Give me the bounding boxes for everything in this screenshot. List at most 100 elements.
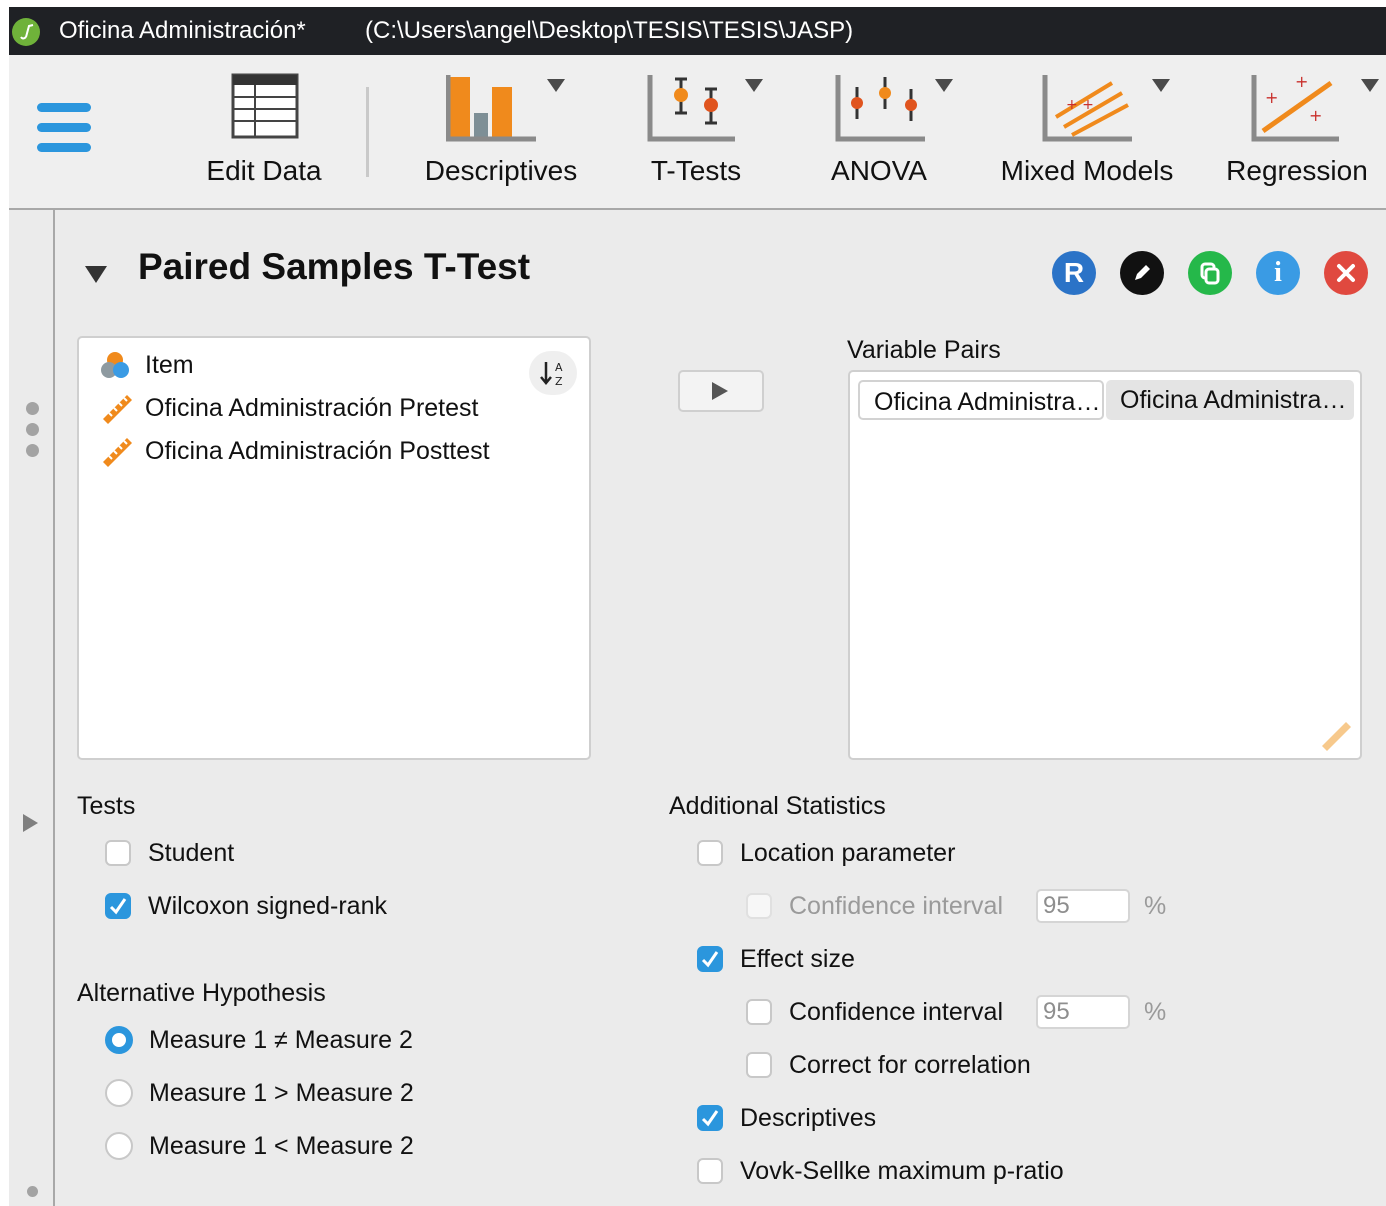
menu-hamburger-icon[interactable] (37, 103, 95, 159)
window-title: Oficina Administración* (59, 17, 306, 44)
regression-icon: + + + (1251, 73, 1339, 142)
available-variables-list[interactable]: Item Oficina Administración Pretest Ofic… (77, 336, 591, 760)
edit-data-button[interactable]: Edit Data (189, 55, 339, 205)
hypothesis-label: Measure 1 > Measure 2 (149, 1078, 414, 1107)
sort-az-icon[interactable]: A Z (529, 351, 577, 395)
vovk-sellke-option[interactable]: Vovk-Sellke maximum p-ratio (697, 1154, 1064, 1188)
svg-text:+: + (1309, 106, 1322, 125)
location-ci-checkbox (746, 893, 772, 919)
ribbon-separator (366, 87, 369, 177)
rail-dot (27, 1186, 38, 1197)
mixed-models-button[interactable]: + + Mixed Models (994, 55, 1180, 205)
additional-statistics-label: Additional Statistics (669, 792, 886, 820)
pair-first-variable[interactable]: Oficina Administración Pretest (858, 380, 1104, 420)
duplicate-icon[interactable] (1188, 251, 1232, 295)
hypothesis-radio[interactable] (105, 1026, 133, 1054)
percent-label: % (1144, 892, 1167, 920)
ttest-icon (647, 75, 735, 142)
mixed-models-icon: + + (1042, 75, 1132, 142)
edit-pencil-icon[interactable] (1120, 251, 1164, 295)
t-tests-label: T-Tests (650, 155, 742, 186)
r-syntax-icon[interactable]: R (1052, 251, 1096, 295)
descriptives-label: Descriptives (740, 1103, 877, 1132)
wilcoxon-option[interactable]: Wilcoxon signed-rank (105, 889, 387, 923)
dropdown-arrow-icon (1152, 79, 1170, 92)
table-icon (231, 73, 299, 139)
effect-size-label: Effect size (740, 944, 855, 973)
dropdown-arrow-icon (745, 79, 763, 92)
effect-size-ci-option[interactable]: Confidence interval (746, 995, 1003, 1029)
location-parameter-checkbox[interactable] (697, 840, 723, 866)
ribbon-toolbar: Edit Data Descriptives T-Tests ANOVA + +… (9, 55, 1386, 210)
descriptives-button[interactable]: Descriptives (401, 55, 601, 205)
move-to-pairs-button[interactable] (678, 370, 764, 412)
arrow-right-icon (712, 382, 728, 400)
regression-button[interactable]: + + + Regression (1217, 55, 1379, 205)
rail-handle-dot[interactable] (26, 444, 39, 457)
hypothesis-label: Measure 1 ≠ Measure 2 (149, 1025, 413, 1054)
location-ci-option: Confidence interval (746, 889, 1003, 923)
checkmark-icon (109, 898, 127, 915)
effect-size-ci-checkbox[interactable] (746, 999, 772, 1025)
variable-pairs-list[interactable]: Oficina Administración Pretest Oficina A… (848, 370, 1362, 760)
hypothesis-radio[interactable] (105, 1132, 133, 1160)
correct-for-correlation-checkbox[interactable] (746, 1052, 772, 1078)
wilcoxon-label: Wilcoxon signed-rank (148, 891, 387, 920)
svg-text:+: + (1265, 88, 1278, 107)
variable-name: Oficina Administración Posttest (145, 436, 490, 465)
t-tests-button[interactable]: T-Tests (621, 55, 771, 205)
effect-size-checkbox[interactable] (697, 946, 723, 972)
checkmark-icon (701, 951, 719, 968)
effect-size-option[interactable]: Effect size (697, 942, 855, 976)
correct-for-correlation-option[interactable]: Correct for correlation (746, 1048, 1031, 1082)
list-item[interactable]: Oficina Administración Posttest (99, 434, 490, 468)
percent-label: % (1144, 998, 1167, 1026)
effect-size-ci-label: Confidence interval (789, 997, 1004, 1026)
descriptives-label: Descriptives (424, 155, 578, 186)
location-parameter-label: Location parameter (740, 838, 956, 867)
nominal-variable-icon (101, 352, 129, 378)
student-option[interactable]: Student (105, 836, 234, 870)
title-bar: Oficina Administración* (C:\Users\angel\… (9, 7, 1386, 55)
anova-button[interactable]: ANOVA (809, 55, 953, 205)
dropdown-arrow-icon (935, 79, 953, 92)
pair-second-variable[interactable]: Oficina Administración Posttest (1106, 380, 1354, 420)
jasp-logo-icon (12, 18, 40, 46)
hypothesis-label: Measure 1 < Measure 2 (149, 1131, 414, 1160)
svg-text:Z: Z (555, 375, 563, 388)
location-ci-label: Confidence interval (789, 891, 1004, 920)
descriptives-checkbox[interactable] (697, 1105, 723, 1131)
dropdown-arrow-icon (1361, 79, 1379, 92)
svg-text:+: + (1295, 73, 1308, 91)
hypothesis-option-two-sided[interactable]: Measure 1 ≠ Measure 2 (105, 1023, 413, 1057)
list-item[interactable]: Item (99, 348, 194, 382)
vovk-sellke-label: Vovk-Sellke maximum p-ratio (740, 1156, 1064, 1185)
student-label: Student (148, 838, 235, 867)
hypothesis-radio[interactable] (105, 1079, 133, 1107)
anova-icon (835, 75, 925, 142)
list-item[interactable]: Oficina Administración Pretest (99, 391, 478, 425)
expand-arrow-icon[interactable] (23, 814, 38, 832)
left-rail (9, 210, 55, 1206)
collapse-arrow-icon[interactable] (85, 266, 107, 283)
tests-label: Tests (77, 792, 136, 820)
window-path: (C:\Users\angel\Desktop\TESIS\TESIS\JASP… (365, 17, 854, 44)
scale-ruler-icon (103, 438, 132, 467)
location-parameter-option[interactable]: Location parameter (697, 836, 955, 870)
variable-name: Oficina Administración Pretest (145, 393, 479, 422)
svg-text:A: A (555, 361, 563, 374)
variable-pairs-label: Variable Pairs (847, 336, 1001, 364)
descriptives-option[interactable]: Descriptives (697, 1101, 876, 1135)
vovk-sellke-checkbox[interactable] (697, 1158, 723, 1184)
scale-ruler-icon (1322, 722, 1351, 751)
scale-ruler-icon (103, 395, 132, 424)
wilcoxon-checkbox[interactable] (105, 893, 131, 919)
info-icon[interactable]: i (1256, 251, 1300, 295)
rail-handle-dot[interactable] (26, 402, 39, 415)
hypothesis-option-less[interactable]: Measure 1 < Measure 2 (105, 1129, 414, 1163)
student-checkbox[interactable] (105, 840, 131, 866)
effect-size-ci-input: 95 (1036, 995, 1130, 1029)
rail-handle-dot[interactable] (26, 423, 39, 436)
hypothesis-option-greater[interactable]: Measure 1 > Measure 2 (105, 1076, 414, 1110)
close-icon[interactable] (1324, 251, 1368, 295)
